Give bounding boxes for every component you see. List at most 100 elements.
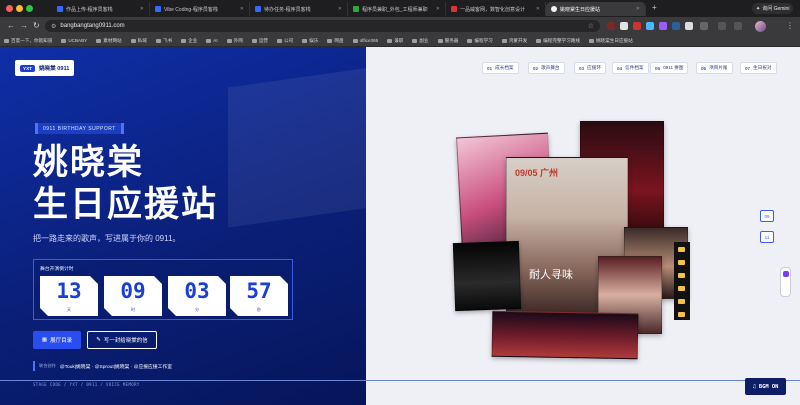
floating-assistant[interactable]	[780, 267, 791, 297]
bookmark-item[interactable]: 公司	[277, 38, 293, 44]
window-maximize-button[interactable]	[26, 5, 33, 12]
bookmark-label: 鸿蒙开发	[508, 37, 528, 43]
film-hole	[678, 273, 685, 278]
site-info-icon[interactable]: ⚙	[51, 23, 56, 30]
tab-close-icon[interactable]: ✕	[436, 6, 440, 12]
bookmarks-bar: 百度一下，你就知道 UCBABY 素材网站 私域 飞书 企业 AI 外网 运营 …	[0, 35, 800, 47]
bookmark-item[interactable]: 副业	[412, 37, 429, 44]
browser-tab[interactable]: 作品上传-程序员客栈 ✕	[52, 2, 150, 16]
nav-label: 信件档案	[625, 65, 644, 70]
brand-name: 姚晓棠 0911	[38, 66, 70, 72]
extension-icon[interactable]	[620, 22, 628, 30]
bookmark-item[interactable]: 网盘	[327, 38, 344, 44]
browser-tab[interactable]: Vibe Coding-程序员客栈 ✕	[150, 2, 250, 16]
folder-icon	[352, 38, 358, 43]
photo-audience	[491, 310, 639, 360]
new-tab-icon[interactable]: +	[652, 3, 657, 12]
gallery-menu-button[interactable]: ▦ 展厅目录	[33, 331, 81, 349]
ask-gemini-button[interactable]: ✦ 询问 Gemini	[752, 3, 794, 14]
address-bar[interactable]: ⚙ bangbangtang0911.com ☆	[45, 20, 600, 32]
bookmark-label: UCBABY	[68, 38, 88, 43]
reload-icon[interactable]: ↻	[33, 21, 40, 31]
brand-logo[interactable]: YXT 姚晓棠 0911	[15, 60, 75, 76]
tab-title: 一品威客网，数智化创意设计	[460, 6, 526, 13]
extension-icon[interactable]	[633, 22, 641, 30]
url-text[interactable]: bangbangtang0911.com	[60, 23, 124, 29]
countdown-unit: 时	[131, 307, 135, 312]
bookmark-item[interactable]: 百度一下，你就知道	[4, 38, 52, 44]
nav-num: 01	[487, 65, 493, 71]
bookmark-item[interactable]: 编程学习	[467, 38, 493, 44]
nav-growth-archive[interactable]: 01 成长档案	[482, 62, 519, 74]
extension-icon[interactable]	[646, 22, 654, 30]
write-letter-button[interactable]: ✎ 写一封给晓棠的信	[87, 331, 157, 349]
nav-song-stage[interactable]: 02 歌声舞台	[528, 62, 565, 74]
window-minimize-button[interactable]	[16, 5, 23, 12]
credits-label: 联合创作	[39, 363, 56, 368]
folder-icon	[467, 38, 473, 43]
back-icon[interactable]: ←	[7, 21, 15, 31]
bookmark-label: 外网	[233, 37, 243, 43]
pager-total[interactable]: 11	[760, 231, 774, 243]
bookmark-label: 编程完整学习路线	[543, 37, 580, 43]
bookmark-item[interactable]: 编程完整学习路线	[536, 38, 580, 44]
profile-avatar[interactable]	[755, 21, 766, 32]
extension-icon[interactable]	[672, 22, 680, 30]
folder-icon	[226, 38, 232, 43]
film-hole	[678, 299, 685, 304]
extension-icon[interactable]	[685, 22, 693, 30]
bookmark-item[interactable]: AI	[206, 38, 218, 43]
film-strip	[674, 242, 690, 320]
folder-icon	[412, 38, 418, 43]
bookmark-item[interactable]: 私域	[130, 38, 147, 44]
nav-label: 生日祝对	[753, 65, 772, 70]
browser-tab[interactable]: 待办任务-程序员客栈 ✕	[250, 2, 348, 16]
folder-icon	[251, 38, 257, 43]
tab-close-icon[interactable]: ✕	[140, 6, 144, 12]
bookmark-item[interactable]: 运营	[251, 38, 268, 44]
bookmark-label: 飞书	[162, 37, 173, 43]
bookmark-star-icon[interactable]: ☆	[588, 22, 594, 30]
nav-0911-puzzle[interactable]: 05 0911 拼图	[650, 62, 689, 74]
forward-icon[interactable]: →	[20, 21, 28, 31]
split-view-icon[interactable]	[734, 22, 742, 30]
bookmark-item[interactable]: 鸿蒙开发	[501, 37, 528, 44]
bookmark-item[interactable]: 企业	[181, 38, 197, 44]
bookmark-item[interactable]: 娱乐	[302, 38, 318, 44]
bookmark-label: 副业	[419, 37, 429, 43]
bookmark-item[interactable]: 兼职	[387, 38, 403, 44]
assistant-icon	[783, 271, 789, 277]
tab-close-icon[interactable]: ✕	[240, 6, 244, 12]
nav-letter-archive[interactable]: 04 信件档案	[612, 62, 649, 74]
extension-icon[interactable]	[607, 22, 615, 30]
extension-icon[interactable]	[659, 22, 667, 30]
download-icon[interactable]	[718, 22, 726, 30]
bookmark-item[interactable]: 服务器	[437, 38, 458, 44]
bookmark-item[interactable]: 素材网站	[96, 38, 122, 44]
pager-current[interactable]: 09	[760, 210, 774, 222]
bookmark-item[interactable]: 飞书	[155, 37, 173, 44]
browser-tab[interactable]: 程序员兼职_外包_工程师兼职 ✕	[348, 2, 446, 16]
puzzle-extensions-icon[interactable]	[700, 22, 708, 30]
pen-icon: ✎	[96, 337, 101, 343]
folder-icon	[277, 38, 283, 43]
browser-menu-icon[interactable]: ⋮	[786, 21, 794, 30]
nav-birthday-wishes[interactable]: 07 生日祝对	[740, 62, 777, 74]
bookmark-item[interactable]: 外网	[226, 37, 243, 44]
bookmark-item[interactable]: 姚晓棠生日应援站	[588, 38, 633, 44]
tab-close-icon[interactable]: ✕	[536, 6, 540, 12]
bgm-toggle-button[interactable]: ♫ BGM ON	[745, 378, 786, 395]
countdown-label: 舞台开演倒计时	[40, 267, 74, 272]
film-hole	[678, 247, 685, 252]
folder-icon	[155, 38, 161, 43]
tab-close-icon[interactable]: ✕	[338, 6, 342, 12]
window-close-button[interactable]	[6, 5, 13, 12]
bookmark-item[interactable]: UCBABY	[61, 38, 87, 43]
tab-close-icon[interactable]: ✕	[636, 6, 640, 12]
bookmark-item[interactable]: office365	[352, 38, 378, 43]
nav-support-ring[interactable]: 03 应援环	[574, 62, 606, 74]
tab-title: 作品上传-程序员客栈	[66, 6, 113, 13]
nav-project-credits[interactable]: 06 项目片尾	[696, 62, 733, 74]
browser-tab-active[interactable]: 姚晓棠生日应援站 ✕	[546, 2, 646, 16]
browser-tab[interactable]: 一品威客网，数智化创意设计 ✕	[446, 2, 546, 16]
